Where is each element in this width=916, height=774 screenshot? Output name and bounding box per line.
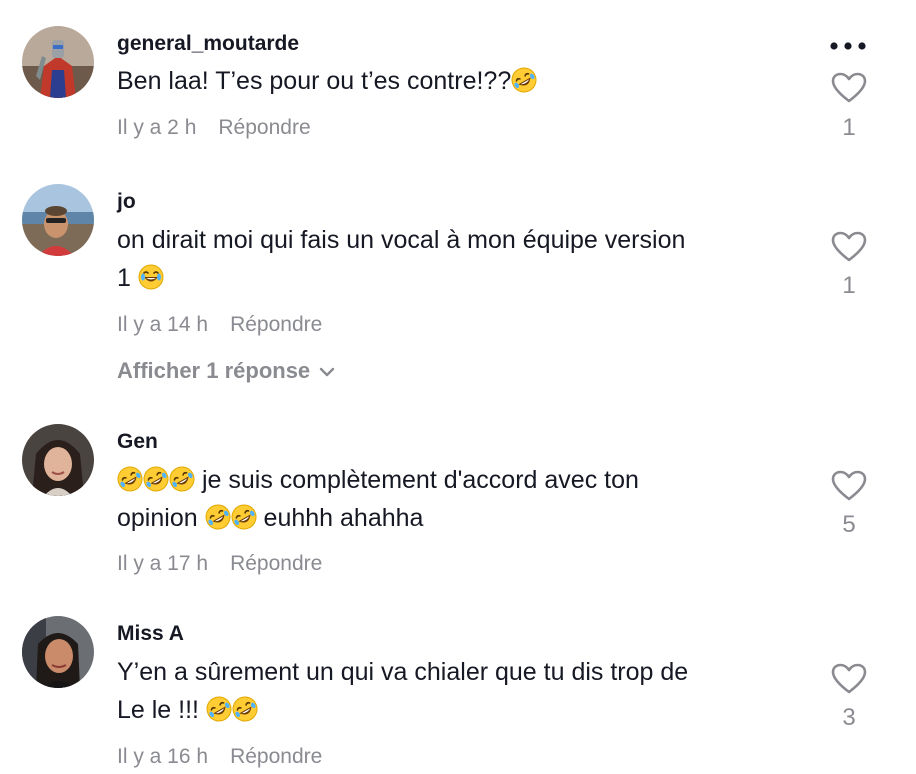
more-options-icon[interactable] xyxy=(828,40,868,52)
heart-outline-icon[interactable] xyxy=(831,72,867,104)
comment-timestamp: Il y a 14 h xyxy=(117,313,209,336)
rolling-on-floor-laughing-emoji xyxy=(169,466,195,492)
heart-outline-icon[interactable] xyxy=(831,663,867,695)
like-count: 5 xyxy=(842,511,856,538)
face-with-tears-of-joy-emoji xyxy=(138,264,164,290)
chevron-down-icon xyxy=(319,367,335,377)
comment-username[interactable]: general_moutarde xyxy=(117,32,299,56)
view-replies-label: Afficher 1 réponse xyxy=(117,358,311,383)
comment-text: on dirait moi qui fais un vocal à mon éq… xyxy=(117,221,817,297)
comment-username[interactable]: Gen xyxy=(117,430,158,454)
comment-meta: Il y a 16 h Répondre xyxy=(117,745,322,769)
comment-timestamp: Il y a 16 h xyxy=(117,745,209,768)
comment-text-line-2: 1 xyxy=(117,264,131,292)
comment-timestamp: Il y a 2 h xyxy=(117,116,197,139)
view-replies-button[interactable]: Afficher 1 réponse xyxy=(117,358,336,384)
comment-meta: Il y a 2 h Répondre xyxy=(117,116,311,140)
avatar[interactable] xyxy=(22,424,94,496)
like-count: 1 xyxy=(842,114,856,141)
comment-text-line-1: Y’en a sûrement un qui va chialer que tu… xyxy=(117,658,689,686)
comment-text-part-2: opinion xyxy=(117,504,198,532)
comment-text: Ben laa! T’es pour ou t’es contre!?? xyxy=(117,62,817,100)
comment-meta: Il y a 14 h Répondre xyxy=(117,313,322,337)
comment-text-content: Ben laa! T’es pour ou t’es contre!?? xyxy=(117,67,512,95)
rolling-on-floor-laughing-emoji xyxy=(206,696,232,722)
comment-text-line-1: on dirait moi qui fais un vocal à mon éq… xyxy=(117,226,686,254)
comment-meta: Il y a 17 h Répondre xyxy=(117,552,322,576)
comment-text-part-1: je suis complètement d'accord avec ton xyxy=(201,466,639,494)
reply-button[interactable]: Répondre xyxy=(218,116,310,139)
heart-outline-icon[interactable] xyxy=(831,470,867,502)
comment-text-part-3: euhhh ahahha xyxy=(263,504,424,532)
comment-text: Y’en a sûrement un qui va chialer que tu… xyxy=(117,653,817,729)
like-count: 3 xyxy=(842,704,856,731)
comment-timestamp: Il y a 17 h xyxy=(117,552,209,575)
comment-text: je suis complètement d'accord avec ton o… xyxy=(117,461,817,537)
reply-button[interactable]: Répondre xyxy=(230,552,322,575)
rolling-on-floor-laughing-emoji xyxy=(205,504,231,530)
rolling-on-floor-laughing-emoji xyxy=(511,67,537,93)
avatar[interactable] xyxy=(22,616,94,688)
like-count: 1 xyxy=(842,272,856,299)
rolling-on-floor-laughing-emoji xyxy=(231,504,257,530)
comment-username[interactable]: Miss A xyxy=(117,622,184,646)
rolling-on-floor-laughing-emoji xyxy=(117,466,143,492)
avatar[interactable] xyxy=(22,184,94,256)
rolling-on-floor-laughing-emoji xyxy=(143,466,169,492)
comment-username[interactable]: jo xyxy=(117,190,136,214)
reply-button[interactable]: Répondre xyxy=(230,745,322,768)
avatar[interactable] xyxy=(22,26,94,98)
reply-button[interactable]: Répondre xyxy=(230,313,322,336)
rolling-on-floor-laughing-emoji xyxy=(232,696,258,722)
comment-text-line-2: Le le !!! xyxy=(117,696,199,724)
heart-outline-icon[interactable] xyxy=(831,231,867,263)
